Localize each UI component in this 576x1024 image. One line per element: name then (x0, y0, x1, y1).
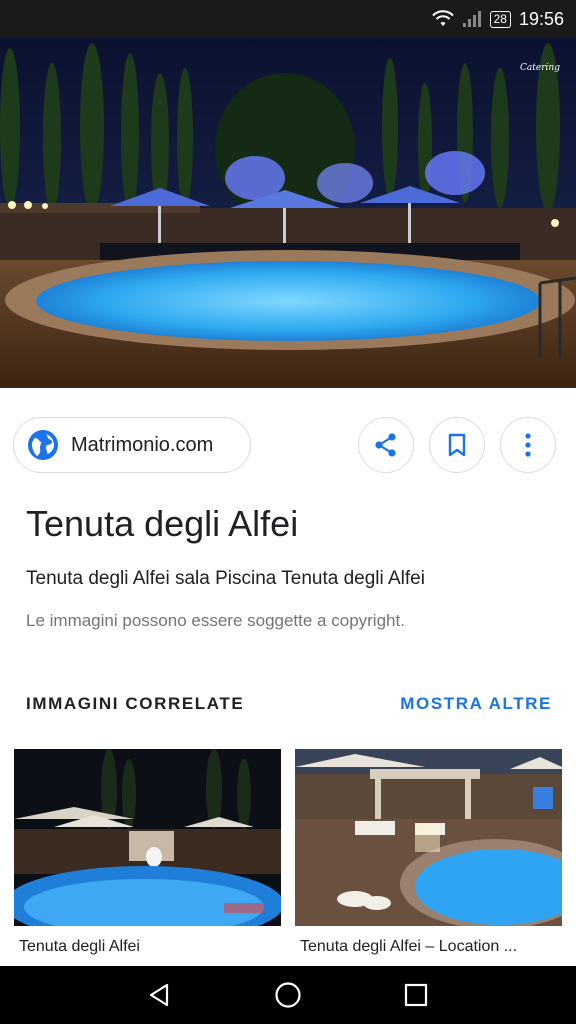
related-image-card[interactable]: Tenuta degli Alfei (14, 749, 281, 956)
image-description[interactable]: Tenuta degli Alfei sala Piscina Tenuta d… (26, 568, 425, 590)
show-more-link[interactable]: MOSTRA ALTRE (400, 694, 552, 714)
save-button[interactable] (429, 417, 485, 473)
system-nav-bar (0, 966, 576, 1024)
status-bar: 28 19:56 (0, 0, 576, 38)
more-options-button[interactable] (500, 417, 556, 473)
copyright-notice: Le immagini possono essere soggette a co… (26, 611, 405, 630)
recents-square-icon (404, 983, 428, 1007)
related-images-header: IMMAGINI CORRELATE MOSTRA ALTRE (26, 694, 552, 718)
bookmark-icon (448, 433, 466, 457)
related-thumbnail[interactable] (14, 749, 281, 926)
svg-text:Catering: Catering (520, 63, 560, 73)
related-images-title: IMMAGINI CORRELATE (26, 694, 245, 713)
related-caption: Tenuta degli Alfei – Location ... (300, 938, 518, 955)
pool-night-photo: Catering (0, 38, 576, 388)
recents-button[interactable] (400, 979, 432, 1011)
source-chip[interactable]: Matrimonio.com (13, 417, 251, 473)
pool-gazebo-photo (295, 749, 562, 926)
related-image-card[interactable]: Tenuta degli Alfei – Location ... (295, 749, 562, 956)
share-button[interactable] (358, 417, 414, 473)
home-button[interactable] (272, 979, 304, 1011)
share-icon (375, 433, 396, 457)
related-caption: Tenuta degli Alfei (19, 938, 140, 955)
pool-wedding-photo (14, 749, 281, 926)
source-action-row: Matrimonio.com (0, 414, 576, 478)
battery-indicator: 28 (489, 10, 511, 28)
source-label: Matrimonio.com (71, 433, 214, 456)
signal-icon (462, 11, 481, 27)
hero-image[interactable]: Catering (0, 38, 576, 388)
more-vert-icon (525, 433, 531, 457)
related-thumbnail[interactable] (295, 749, 562, 926)
clock: 19:56 (518, 8, 564, 29)
home-circle-icon (275, 982, 301, 1008)
wifi-icon (431, 10, 454, 26)
page-title: Tenuta degli Alfei (26, 503, 299, 544)
back-triangle-icon (149, 983, 169, 1007)
globe-icon (28, 430, 58, 460)
status-icons: 28 19:56 (431, 0, 564, 38)
back-button[interactable] (143, 979, 175, 1011)
